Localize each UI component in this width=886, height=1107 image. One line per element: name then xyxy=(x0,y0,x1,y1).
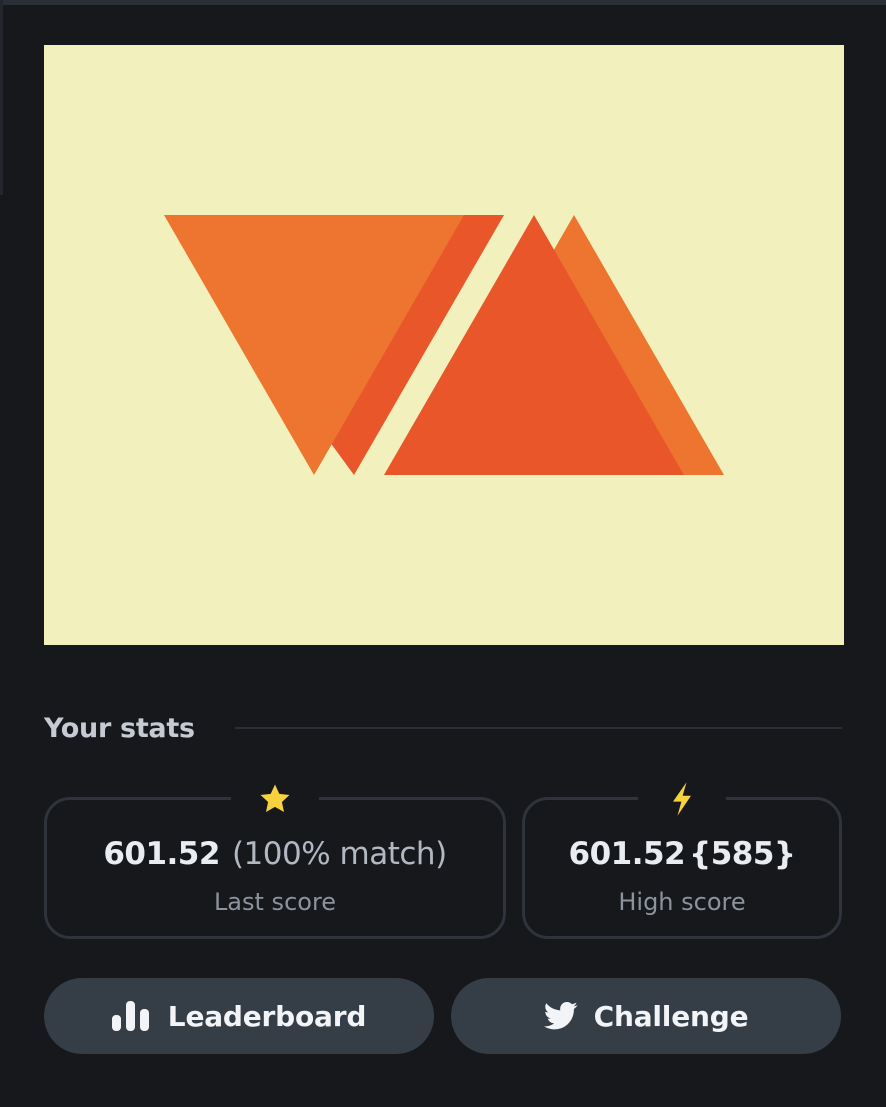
last-score-card: 601.52 (100% match) Last score xyxy=(44,774,506,939)
bar-chart-icon xyxy=(111,1001,152,1031)
stats-title: Your stats xyxy=(44,712,195,744)
stats-header: Your stats xyxy=(44,708,842,748)
high-score-card: 601.52 {585} High score xyxy=(522,774,842,939)
high-score-extra: {585} xyxy=(689,836,796,872)
target-image xyxy=(44,45,844,645)
twitter-icon xyxy=(543,1001,578,1031)
leaderboard-label: Leaderboard xyxy=(167,999,367,1033)
last-score-value: 601.52 xyxy=(103,836,220,872)
match-percentage: (100% match) xyxy=(231,836,447,872)
shape-drawing xyxy=(44,45,844,645)
high-score-label: High score xyxy=(618,888,746,916)
canvas-background xyxy=(44,45,844,645)
last-score-label: Last score xyxy=(213,888,337,916)
window-left-border xyxy=(0,0,3,195)
challenge-label: Challenge xyxy=(593,999,749,1033)
high-score-value: 601.52 xyxy=(568,836,686,872)
high-score-value-line: 601.52 {585} xyxy=(525,836,839,872)
challenge-button[interactable]: Challenge xyxy=(451,978,841,1054)
stats-divider xyxy=(234,727,842,729)
window-top-border xyxy=(0,0,886,5)
leaderboard-button[interactable]: Leaderboard xyxy=(44,978,434,1054)
last-score-value-line: 601.52 (100% match) xyxy=(47,836,503,872)
lightning-icon xyxy=(638,774,726,824)
star-icon xyxy=(231,774,319,824)
